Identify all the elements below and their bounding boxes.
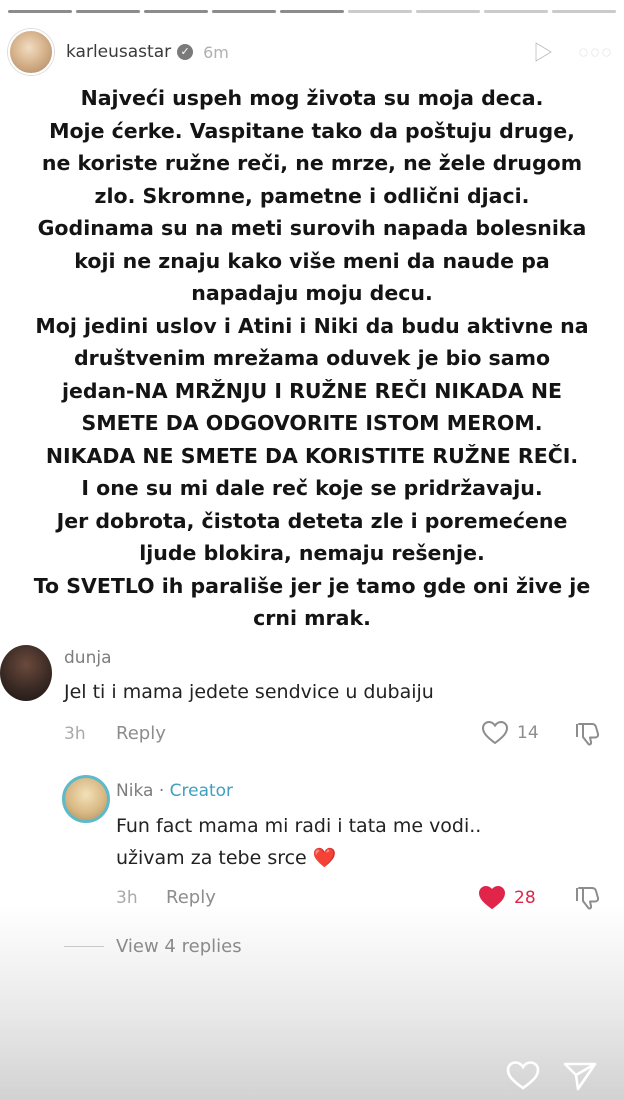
send-icon[interactable] <box>562 1060 598 1092</box>
story-line: NIKADA NE SMETE DA KORISTITE RUŽNE REČI. <box>45 443 579 468</box>
heart-icon[interactable] <box>505 1060 541 1092</box>
story-line: crni mrak. <box>253 606 371 630</box>
username-separator: · <box>158 781 165 801</box>
progress-segment <box>8 10 72 13</box>
username[interactable]: karleusastar <box>66 42 171 62</box>
progress-segment <box>212 10 276 13</box>
divider <box>64 946 104 947</box>
like-count: 14 <box>517 723 539 743</box>
like-button[interactable]: 14 <box>481 720 539 746</box>
story-line: ljude blokira, nemaju rešenje. <box>139 541 485 565</box>
story-line: Moj jedini uslov i Atini i Niki da budu … <box>35 313 589 338</box>
like-count: 28 <box>514 888 536 908</box>
comment-time: 3h <box>116 888 138 908</box>
progress-segment <box>348 10 412 13</box>
comment-avatar[interactable] <box>62 775 110 823</box>
story-header: karleusastar ✓ 6m <box>8 28 611 76</box>
progress-segment <box>76 10 140 13</box>
dislike-icon[interactable] <box>574 720 602 748</box>
comment-text: uživam za tebe srce ❤️ <box>116 847 337 869</box>
progress-segment <box>144 10 208 13</box>
reply-button[interactable]: Reply <box>116 723 166 744</box>
comment-username[interactable]: dunja <box>64 648 111 668</box>
comment-avatar[interactable] <box>0 645 52 701</box>
story-line: društvenim mrežama oduvek je bio samo <box>73 346 551 370</box>
story-line: zlo. Skromne, pametne i odlični djaci. <box>94 183 530 208</box>
play-icon[interactable] <box>532 41 554 63</box>
story-line: jedan-NA MRŽNJU I RUŽNE REČI NIKADA NE <box>62 378 562 403</box>
story-line: koji ne znaju kako više meni da naude pa <box>74 248 550 273</box>
heart-icon <box>478 885 506 910</box>
story-line: Moje ćerke. Vaspitane tako da poštuju dr… <box>49 118 575 143</box>
view-replies-button[interactable]: View 4 replies <box>64 936 242 957</box>
more-icon[interactable] <box>580 48 611 56</box>
story-progress-bar <box>8 10 616 13</box>
progress-segment <box>484 10 548 13</box>
avatar[interactable] <box>8 29 54 75</box>
verified-badge-icon: ✓ <box>177 44 194 60</box>
comment-text: Fun fact mama mi radi i tata me vodi.. <box>116 815 482 837</box>
story-line: Najveći uspeh mog života su moja deca. <box>80 86 544 110</box>
story-line: I one su mi dale reč koje se pridržavaju… <box>81 476 543 500</box>
progress-segment <box>280 10 344 13</box>
post-time: 6m <box>203 42 229 62</box>
comment-username: Nika · Creator <box>116 781 233 801</box>
view-replies-label: View 4 replies <box>116 936 242 957</box>
dislike-icon[interactable] <box>574 884 602 912</box>
story-line: To SVETLO ih parališe jer je tamo gde on… <box>33 573 591 598</box>
story-line: Godinama su na meti surovih napada boles… <box>37 216 587 240</box>
like-button[interactable]: 28 <box>478 885 536 911</box>
heart-icon <box>481 720 509 745</box>
progress-segment <box>552 10 616 13</box>
story-line: SMETE DA ODGOVORITE ISTOM MEROM. <box>81 411 543 435</box>
comment-time: 3h <box>64 724 86 744</box>
story-line: ne koriste ružne reči, ne mrze, ne žele … <box>41 151 583 175</box>
comment-text: Jel ti i mama jedete sendvice u dubaiju <box>64 681 434 703</box>
story-text: Najveći uspeh mog života su moja deca. M… <box>0 82 624 635</box>
story-line: Jer dobrota, čistota deteta zle i poreme… <box>56 508 568 533</box>
progress-segment <box>416 10 480 13</box>
creator-badge: Creator <box>169 781 234 801</box>
reply-button[interactable]: Reply <box>166 887 216 908</box>
comment-username-name[interactable]: Nika <box>116 781 153 801</box>
story-line: napadaju moju decu. <box>191 281 433 305</box>
